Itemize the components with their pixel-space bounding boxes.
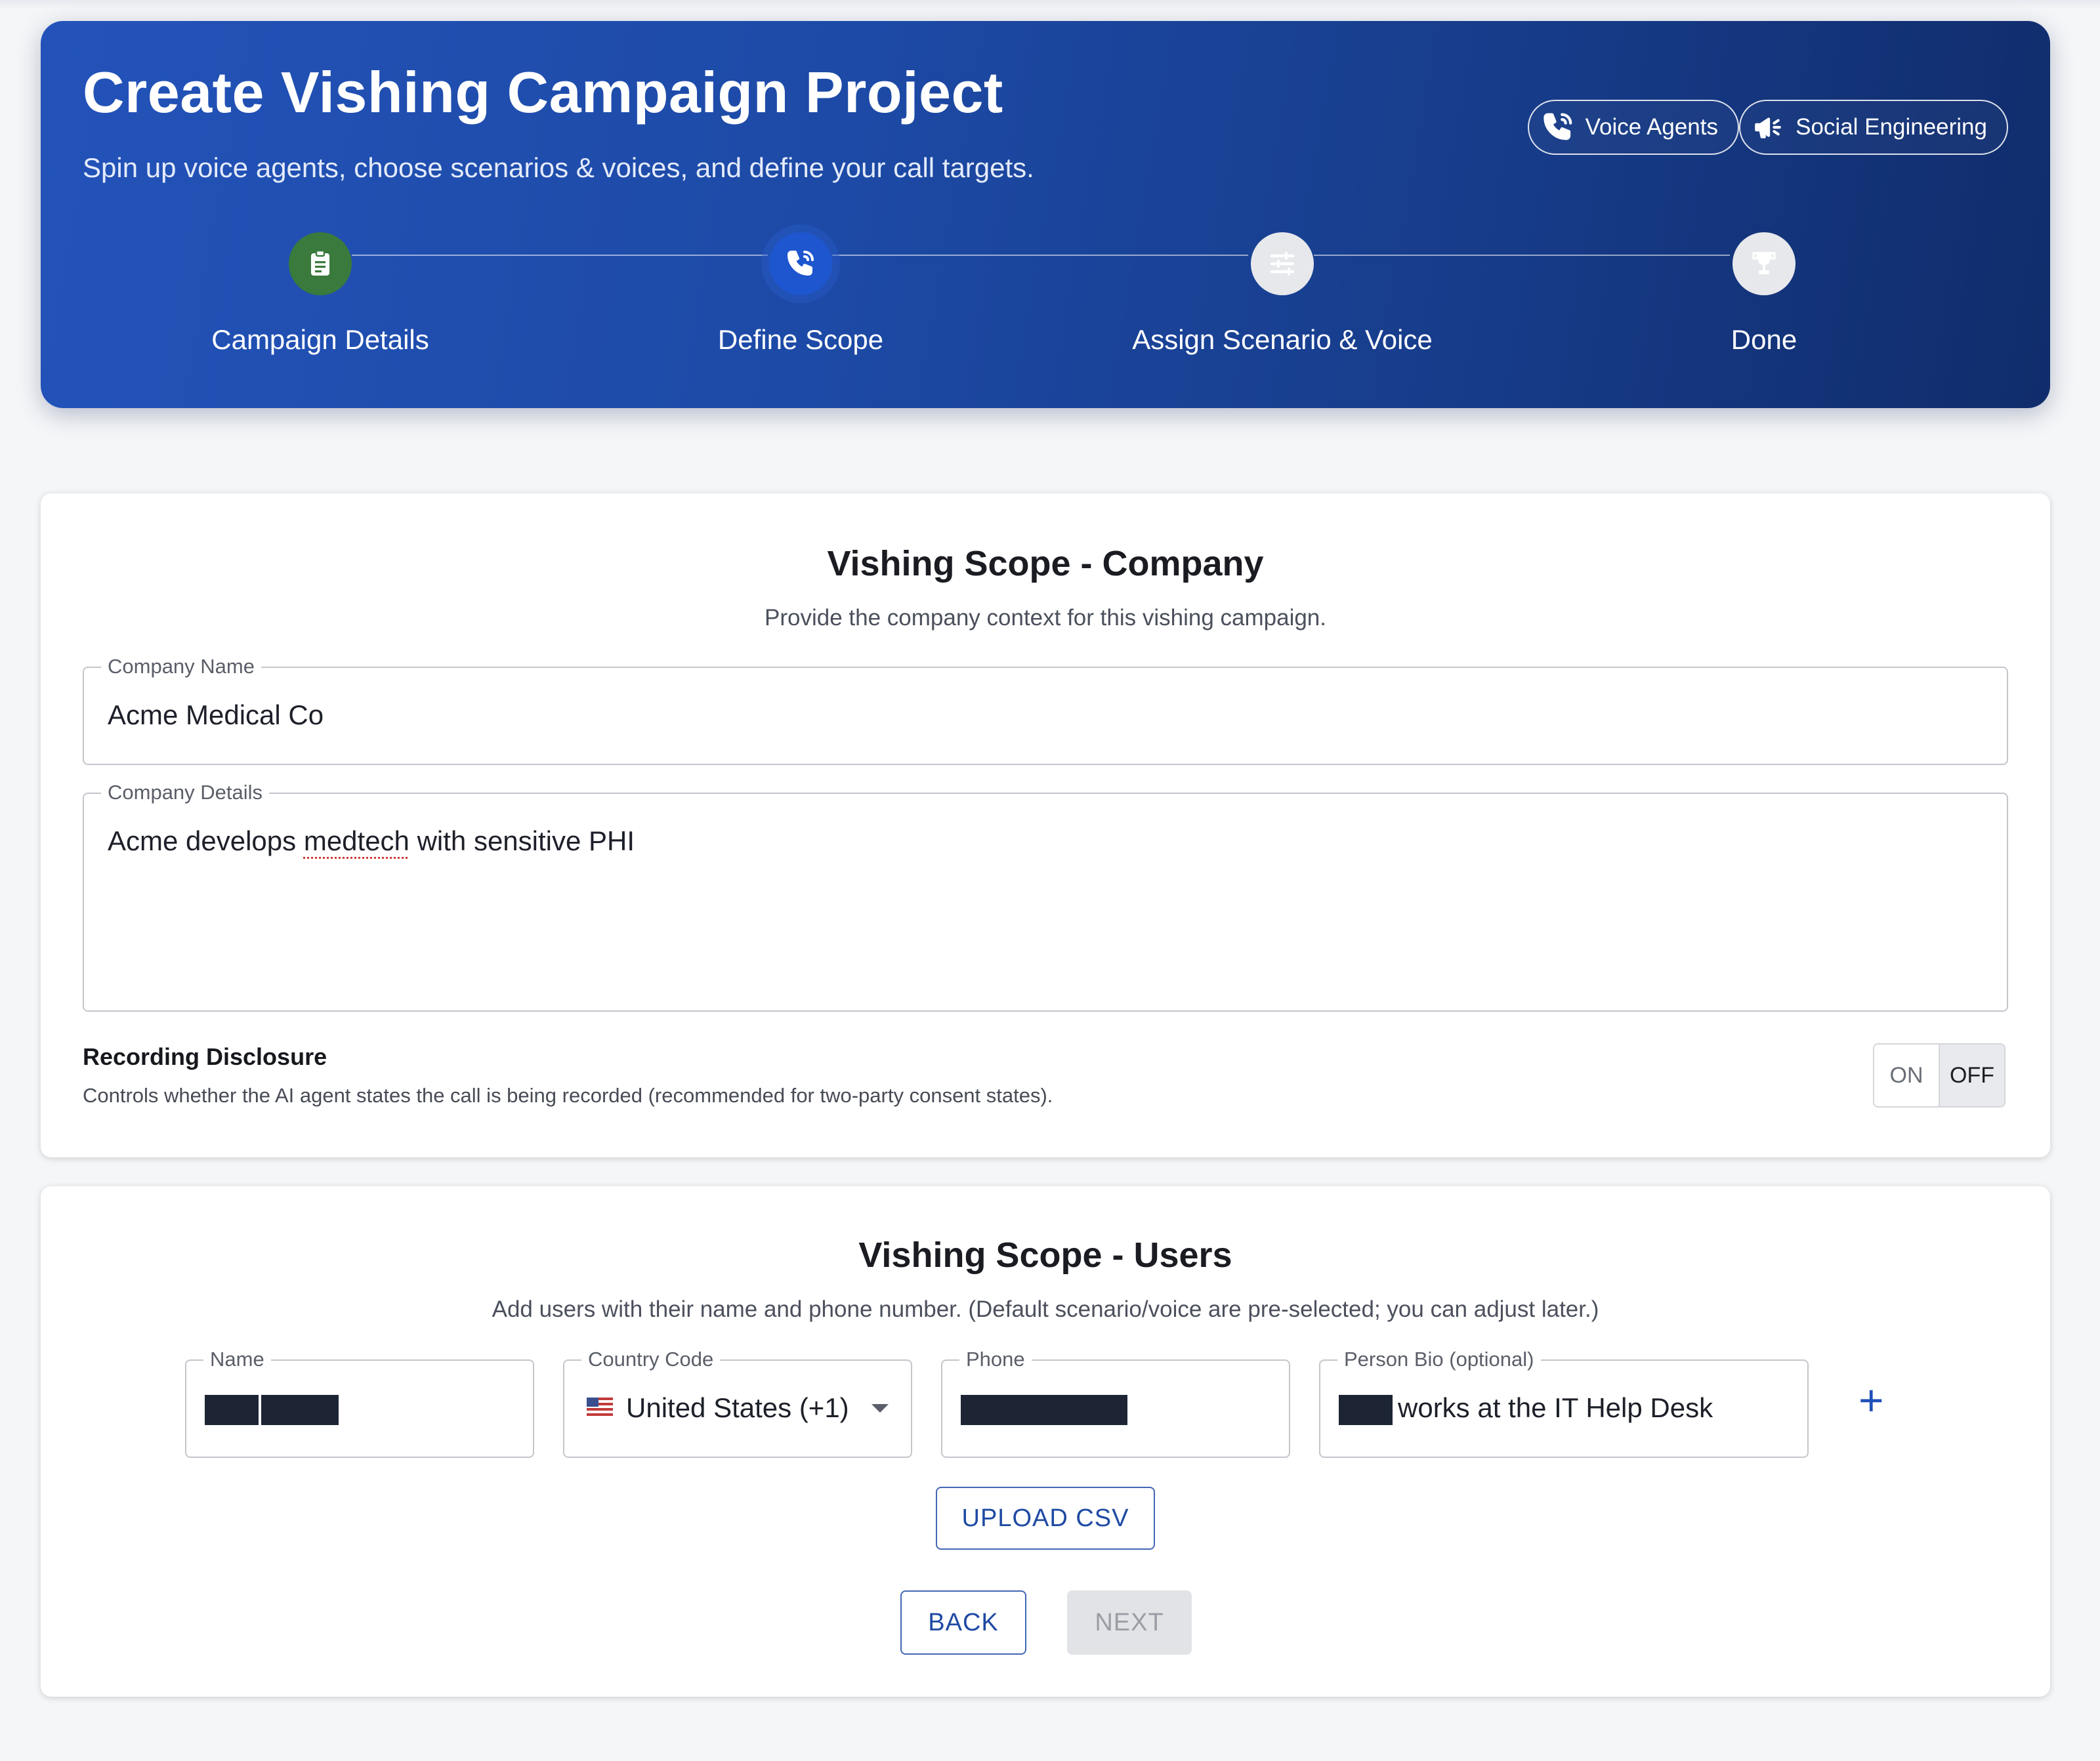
company-section-description: Provide the company context for this vis…	[765, 605, 1326, 631]
company-details-value: Acme develops medtech with sensitive PHI	[108, 825, 635, 857]
back-button[interactable]: BACK	[900, 1590, 1026, 1655]
stepper-connector	[832, 255, 1248, 256]
step-label: Done	[1731, 324, 1797, 355]
clipboard-icon	[311, 249, 329, 276]
chip-label: Voice Agents	[1585, 114, 1718, 140]
redacted-bio-name	[1339, 1395, 1393, 1425]
chip-social-engineering: Social Engineering	[1739, 100, 2008, 155]
company-scope-card: Vishing Scope - Company Provide the comp…	[41, 493, 2050, 1157]
chevron-down-icon	[872, 1404, 889, 1413]
company-name-value: Acme Medical Co	[108, 699, 324, 730]
user-name-label: Name	[203, 1348, 271, 1371]
toggle-on-option[interactable]: ON	[1874, 1045, 1940, 1106]
user-name-field[interactable]: Name	[185, 1348, 534, 1458]
step-label: Assign Scenario & Voice	[1132, 324, 1433, 355]
country-code-select[interactable]: Country Code United States (+1)	[563, 1348, 912, 1458]
upload-csv-button[interactable]: UPLOAD CSV	[936, 1487, 1155, 1550]
stepper-connector	[1314, 255, 1730, 256]
misspelled-word: medtech	[303, 825, 410, 856]
step-label: Define Scope	[717, 324, 884, 355]
us-flag-icon	[587, 1398, 613, 1416]
details-text: with sensitive PHI	[409, 825, 635, 856]
phone-call-icon	[788, 251, 814, 276]
trophy-icon	[1752, 252, 1776, 274]
phone-call-icon	[1544, 113, 1572, 140]
company-section-title: Vishing Scope - Company	[827, 544, 1264, 583]
company-name-field[interactable]: Company Name Acme Medical Co	[83, 655, 2008, 765]
users-section-title: Vishing Scope - Users	[858, 1235, 1232, 1275]
redacted-name	[261, 1395, 339, 1425]
country-code-label: Country Code	[581, 1348, 721, 1371]
redacted-name	[205, 1395, 259, 1425]
company-name-label: Company Name	[101, 655, 261, 678]
users-section-description: Add users with their name and phone numb…	[492, 1296, 1599, 1322]
plus-icon[interactable]: +	[1858, 1378, 1884, 1422]
page-subtitle: Spin up voice agents, choose scenarios &…	[83, 152, 1034, 183]
top-strip	[0, 0, 2100, 9]
recording-disclosure-toggle: ON OFF	[1873, 1043, 2006, 1108]
page-title: Create Vishing Campaign Project	[83, 60, 1003, 125]
person-bio-field[interactable]: Person Bio (optional) works at the IT He…	[1319, 1348, 1809, 1458]
megaphone-icon	[1755, 117, 1781, 138]
header-banner: Create Vishing Campaign Project Spin up …	[41, 21, 2050, 408]
step-assign-scenario-voice[interactable]	[1251, 232, 1314, 295]
details-text: Acme develops	[108, 825, 304, 856]
company-details-field[interactable]: Company Details Acme develops medtech wi…	[83, 781, 2008, 1012]
chip-label: Social Engineering	[1796, 114, 1987, 140]
recording-disclosure-description: Controls whether the AI agent states the…	[83, 1084, 1053, 1107]
stepper-connector	[352, 255, 768, 256]
recording-disclosure-title: Recording Disclosure	[83, 1043, 327, 1070]
step-label: Campaign Details	[211, 324, 429, 355]
redacted-phone	[961, 1395, 1127, 1425]
phone-field[interactable]: Phone	[941, 1348, 1290, 1458]
step-campaign-details[interactable]	[289, 232, 352, 295]
sliders-icon	[1270, 251, 1295, 276]
country-code-value: United States (+1)	[626, 1392, 849, 1423]
company-details-label: Company Details	[101, 781, 270, 804]
phone-label: Phone	[959, 1348, 1032, 1371]
step-done[interactable]	[1732, 232, 1796, 295]
toggle-off-option[interactable]: OFF	[1940, 1045, 2004, 1106]
person-bio-label: Person Bio (optional)	[1337, 1348, 1541, 1371]
person-bio-value: works at the IT Help Desk	[1398, 1392, 1713, 1423]
users-scope-card: Vishing Scope - Users Add users with the…	[41, 1186, 2050, 1697]
next-button[interactable]: NEXT	[1067, 1590, 1192, 1655]
step-define-scope[interactable]	[769, 232, 832, 295]
chip-voice-agents: Voice Agents	[1528, 100, 1739, 155]
